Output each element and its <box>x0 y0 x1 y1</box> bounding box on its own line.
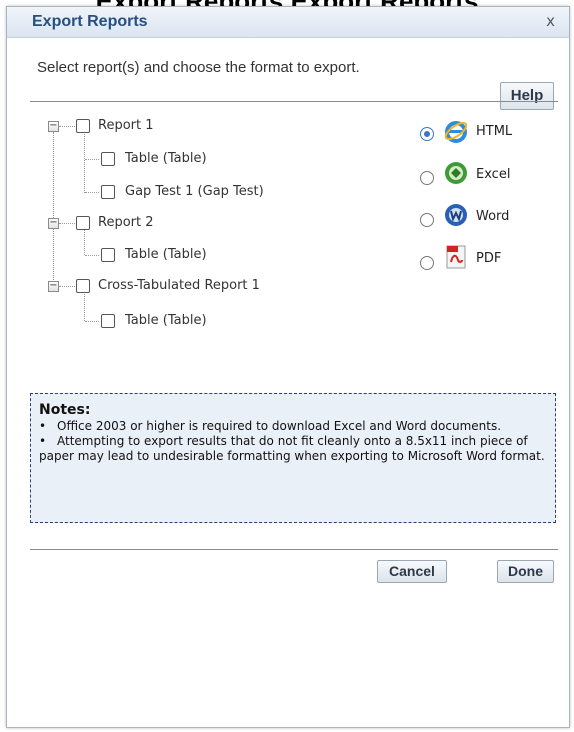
format-radio-pdf[interactable] <box>420 256 434 270</box>
collapse-icon[interactable]: − <box>48 121 59 132</box>
tree-line <box>59 223 75 224</box>
report-checkbox[interactable] <box>76 279 90 293</box>
table-checkbox[interactable] <box>101 185 115 199</box>
tree-line <box>84 292 85 321</box>
table-label: Table (Table) <box>125 247 207 262</box>
tree-line <box>59 286 75 287</box>
format-radio-html[interactable] <box>420 127 434 141</box>
format-radio-excel[interactable] <box>420 171 434 185</box>
table-label: Gap Test 1 (Gap Test) <box>125 184 264 199</box>
report-label: Cross-Tabulated Report 1 <box>98 278 260 293</box>
dialog-titlebar[interactable]: Export Reports x <box>7 7 569 38</box>
word-icon <box>445 204 467 226</box>
notes-box: Notes: • Office 2003 or higher is require… <box>30 393 556 523</box>
dialog-title: Export Reports <box>32 13 148 30</box>
pdf-icon <box>446 245 466 269</box>
format-label-html: HTML <box>476 124 513 139</box>
export-reports-dialog: Export Reports x <box>6 6 570 728</box>
report-checkbox[interactable] <box>76 119 90 133</box>
format-label-excel: Excel <box>476 167 511 182</box>
instruction-text: Select report(s) and choose the format t… <box>37 59 360 76</box>
done-button[interactable]: Done <box>497 560 554 583</box>
divider-top <box>30 101 558 102</box>
table-label: Table (Table) <box>125 313 207 328</box>
excel-icon <box>445 162 467 184</box>
collapse-icon[interactable]: − <box>48 218 59 229</box>
note-text: Office 2003 or higher is required to dow… <box>57 419 502 433</box>
help-button[interactable]: Help <box>500 82 554 110</box>
format-label-pdf: PDF <box>476 251 502 266</box>
note-text: Attempting to export results that do not… <box>39 434 545 463</box>
format-label-word: Word <box>476 209 510 224</box>
table-checkbox[interactable] <box>101 314 115 328</box>
format-radio-word[interactable] <box>420 213 434 227</box>
tree-line <box>84 229 85 255</box>
notes-title: Notes: <box>39 402 91 418</box>
table-label: Table (Table) <box>125 151 207 166</box>
report-label: Report 1 <box>98 118 154 133</box>
divider-bottom <box>30 549 558 550</box>
report-label: Report 2 <box>98 215 154 230</box>
tree-line <box>85 255 99 256</box>
table-checkbox[interactable] <box>101 152 115 166</box>
bullet-icon: • <box>39 434 47 448</box>
tree-line <box>84 132 85 193</box>
tree-line <box>85 192 99 193</box>
tree-line <box>85 321 99 322</box>
cancel-button[interactable]: Cancel <box>377 560 447 583</box>
tree-line <box>85 159 99 160</box>
note-item: • Office 2003 or higher is required to do… <box>39 419 549 434</box>
tree-line <box>59 126 75 127</box>
table-checkbox[interactable] <box>101 248 115 262</box>
collapse-icon[interactable]: − <box>48 281 59 292</box>
close-icon[interactable]: x <box>546 12 555 30</box>
note-item: • Attempting to export results that do no… <box>39 434 549 464</box>
internet-explorer-icon <box>444 121 468 143</box>
bullet-icon: • <box>39 419 47 433</box>
tree-line <box>53 132 54 286</box>
report-checkbox[interactable] <box>76 216 90 230</box>
